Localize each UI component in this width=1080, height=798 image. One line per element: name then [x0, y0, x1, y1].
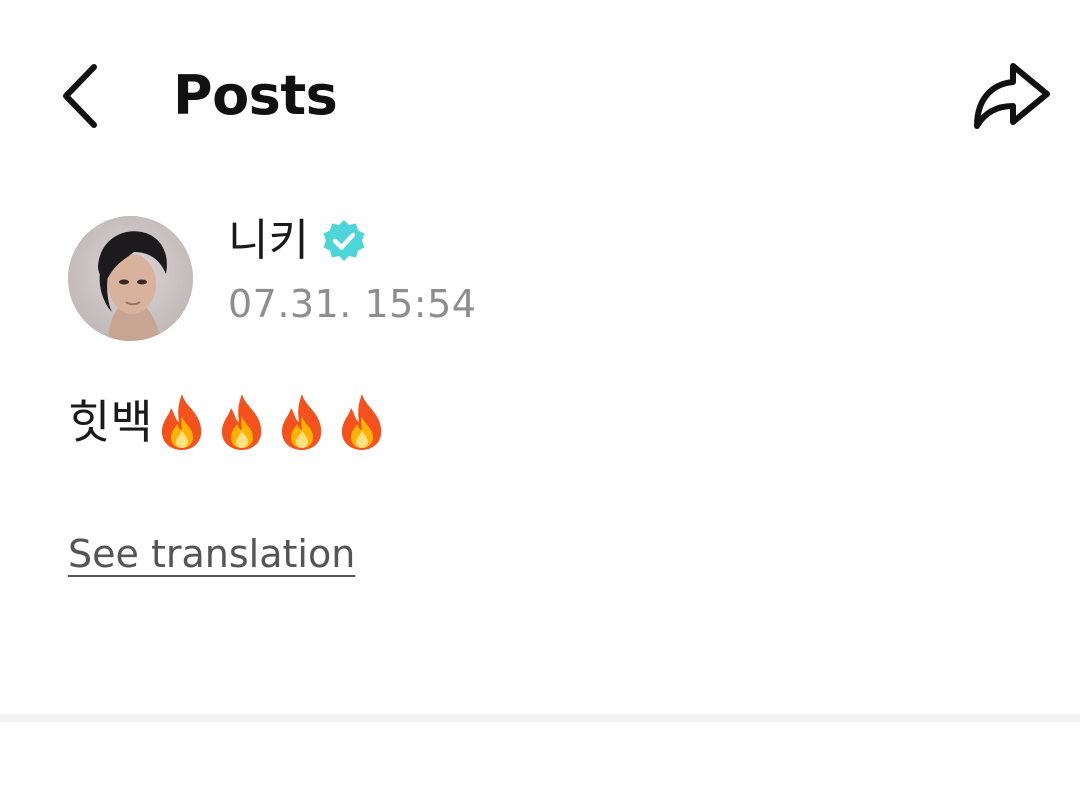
- post-timestamp: 07.31. 15:54: [228, 282, 477, 326]
- post-text: 힛백: [68, 390, 389, 454]
- fire-emoji-group: [155, 392, 389, 452]
- fire-emoji-icon: [281, 394, 321, 450]
- back-button[interactable]: [52, 60, 108, 132]
- post-detail-screen: Posts 니키 07.31. 15:54 힛백 See translation: [0, 0, 1080, 798]
- profile-photo: [68, 216, 193, 341]
- post-text-content: 힛백: [68, 395, 153, 449]
- fire-emoji-icon: [341, 394, 381, 450]
- author-name[interactable]: 니키: [228, 213, 367, 269]
- section-divider: [0, 714, 1080, 722]
- chevron-left-icon: [63, 64, 97, 128]
- fire-emoji-icon: [221, 394, 261, 450]
- fire-emoji-icon: [161, 394, 201, 450]
- share-arrow-icon: [974, 63, 1050, 129]
- author-name-text: 니키: [228, 215, 309, 266]
- see-translation-link[interactable]: See translation: [68, 530, 355, 578]
- share-button[interactable]: [966, 56, 1056, 136]
- verified-badge-icon: [321, 218, 367, 264]
- avatar[interactable]: [68, 216, 193, 341]
- page-title: Posts: [173, 64, 338, 127]
